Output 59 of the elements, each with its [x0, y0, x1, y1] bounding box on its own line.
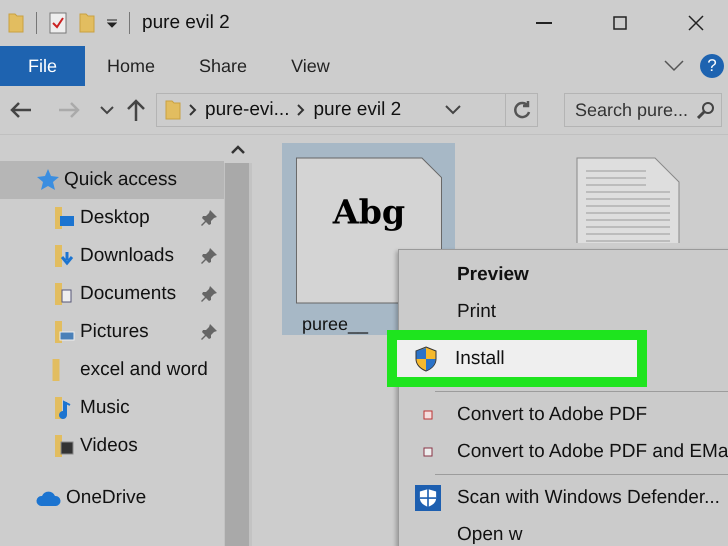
sidebar-item[interactable]: Videos — [0, 427, 224, 465]
chevron-right-icon — [297, 104, 306, 116]
pin-icon — [200, 323, 218, 341]
maximize-icon — [613, 16, 627, 30]
ribbon-tab[interactable]: Share — [177, 46, 270, 86]
pin-icon — [200, 209, 218, 227]
video-folder-icon — [52, 434, 76, 458]
folder-icon — [165, 99, 181, 121]
folder-icon — [8, 12, 24, 34]
ribbon-tab[interactable]: File — [0, 46, 86, 86]
sidebar-item[interactable]: Pictures — [0, 313, 224, 351]
pdf-icon — [423, 410, 433, 420]
close-icon — [688, 15, 704, 31]
menu-item[interactable]: Scan with Windows Defender... — [399, 479, 728, 516]
chevron-up-icon — [231, 144, 245, 154]
menu-item[interactable]: Convert to Adobe PDF — [399, 396, 728, 433]
new-folder-icon — [79, 12, 95, 34]
ribbon-tab[interactable]: View — [269, 46, 352, 86]
chevron-down-icon[interactable] — [445, 105, 462, 115]
text-file-icon — [576, 157, 680, 243]
chevron-down-icon[interactable] — [664, 60, 684, 72]
ribbon-tab[interactable]: Home — [85, 46, 178, 86]
search-icon — [697, 101, 715, 119]
sidebar-item[interactable]: Downloads — [0, 237, 224, 275]
sidebar-item[interactable]: OneDrive — [0, 479, 224, 517]
scrollbar-thumb[interactable] — [225, 163, 249, 546]
sidebar-item[interactable]: Desktop — [0, 199, 224, 237]
download-folder-icon — [52, 244, 76, 268]
refresh-icon — [512, 100, 532, 120]
desktop-folder-icon — [52, 206, 76, 230]
pdf-mail-icon — [423, 446, 433, 456]
search-field[interactable]: Search pure... — [564, 93, 722, 127]
sidebar-item[interactable]: Quick access — [0, 161, 224, 199]
back-arrow-icon[interactable] — [10, 102, 32, 118]
cloud-icon — [36, 489, 62, 507]
caret-icon[interactable] — [107, 18, 117, 28]
pin-icon — [200, 247, 218, 265]
sidebar-item[interactable]: Music — [0, 389, 224, 427]
star-icon — [36, 168, 60, 192]
sidebar-item[interactable]: Documents — [0, 275, 224, 313]
sidebar-item[interactable]: excel and word — [0, 351, 224, 389]
menu-item[interactable]: Convert to Adobe PDF and EMa — [399, 433, 728, 470]
address-bar[interactable]: pure-evi... pure evil 2 — [156, 93, 538, 127]
breadcrumb[interactable]: pure-evi... — [205, 99, 290, 121]
help-button[interactable]: ? — [700, 54, 724, 78]
chevron-down-icon[interactable] — [100, 105, 114, 115]
menu-item[interactable]: Open w — [399, 516, 728, 546]
properties-icon[interactable] — [49, 12, 67, 34]
file-name: puree__ — [302, 314, 368, 335]
minimize-icon — [536, 22, 552, 24]
window-title: pure evil 2 — [142, 12, 231, 34]
up-arrow-icon[interactable] — [126, 99, 146, 121]
menu-item[interactable]: Install — [387, 330, 647, 387]
breadcrumb[interactable]: pure evil 2 — [313, 99, 402, 121]
folder-icon — [52, 359, 60, 381]
picture-folder-icon — [52, 320, 76, 344]
chevron-right-icon — [189, 104, 197, 116]
pin-icon — [200, 285, 218, 303]
shield-icon — [414, 346, 438, 372]
